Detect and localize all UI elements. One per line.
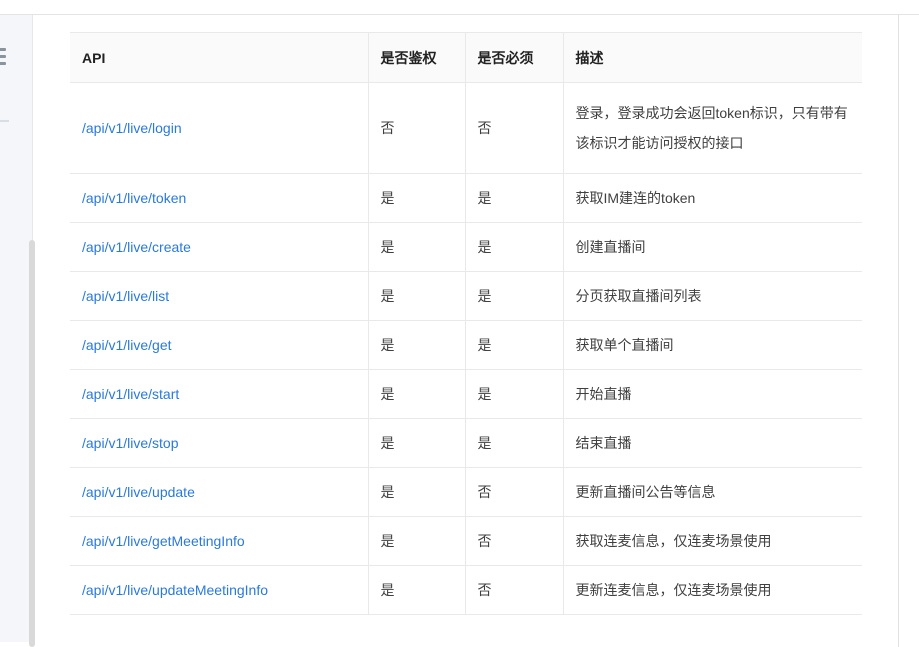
api-link[interactable]: /api/v1/live/updateMeetingInfo [82,582,268,598]
required-cell: 是 [465,222,564,272]
required-cell: 否 [465,565,564,615]
table-row: /api/v1/live/token 是 是 获取IM建连的token [70,173,862,223]
api-link[interactable]: /api/v1/live/login [82,120,182,136]
header-desc: 描述 [563,32,862,83]
auth-cell: 否 [368,82,466,174]
description-cell: 获取连麦信息，仅连麦场景使用 [563,516,862,566]
description-cell: 获取IM建连的token [563,173,862,223]
api-cell: /api/v1/live/start [70,369,369,419]
description-cell: 结束直播 [563,418,862,468]
page: API 是否鉴权 是否必须 描述 /api/v1/live/login 否 否 … [0,0,919,647]
api-link[interactable]: /api/v1/live/create [82,239,191,255]
api-cell: /api/v1/live/create [70,222,369,272]
api-cell: /api/v1/live/login [70,82,369,174]
table-row: /api/v1/live/start 是 是 开始直播 [70,369,862,419]
table-row: /api/v1/live/getMeetingInfo 是 否 获取连麦信息，仅… [70,516,862,566]
auth-cell: 是 [368,320,466,370]
api-link[interactable]: /api/v1/live/start [82,386,179,402]
header-required: 是否必须 [465,32,564,83]
table-row: /api/v1/live/list 是 是 分页获取直播间列表 [70,271,862,321]
required-cell: 是 [465,418,564,468]
description-cell: 登录，登录成功会返回token标识，只有带有该标识才能访问授权的接口 [563,82,862,174]
api-link[interactable]: /api/v1/live/update [82,484,195,500]
auth-cell: 是 [368,565,466,615]
api-cell: /api/v1/live/list [70,271,369,321]
required-cell: 否 [465,467,564,517]
table-row: /api/v1/live/update 是 否 更新直播间公告等信息 [70,467,862,517]
required-cell: 否 [465,82,564,174]
api-cell: /api/v1/live/token [70,173,369,223]
table-row: /api/v1/live/updateMeetingInfo 是 否 更新连麦信… [70,565,862,615]
api-cell: /api/v1/live/updateMeetingInfo [70,565,369,615]
api-link[interactable]: /api/v1/live/getMeetingInfo [82,533,245,549]
auth-cell: 是 [368,222,466,272]
api-cell: /api/v1/live/getMeetingInfo [70,516,369,566]
header-api: API [70,32,369,83]
description-cell: 更新连麦信息，仅连麦场景使用 [563,565,862,615]
table-row: /api/v1/live/stop 是 是 结束直播 [70,418,862,468]
required-cell: 是 [465,173,564,223]
auth-cell: 是 [368,418,466,468]
description-cell: 创建直播间 [563,222,862,272]
description-cell: 获取单个直播间 [563,320,862,370]
auth-cell: 是 [368,173,466,223]
hamburger-menu-icon[interactable] [0,48,6,68]
auth-cell: 是 [368,516,466,566]
api-link[interactable]: /api/v1/live/stop [82,435,179,451]
table-row: /api/v1/live/create 是 是 创建直播间 [70,222,862,272]
header-auth: 是否鉴权 [368,32,466,83]
required-cell: 是 [465,271,564,321]
api-link[interactable]: /api/v1/live/list [82,288,169,304]
sidebar-divider [0,120,9,122]
required-cell: 是 [465,369,564,419]
description-cell: 开始直播 [563,369,862,419]
api-cell: /api/v1/live/stop [70,418,369,468]
content-right-divider [898,15,899,647]
table-header-row: API 是否鉴权 是否必须 描述 [70,32,862,83]
required-cell: 是 [465,320,564,370]
description-cell: 分页获取直播间列表 [563,271,862,321]
auth-cell: 是 [368,369,466,419]
api-doc-table-container: API 是否鉴权 是否必须 描述 /api/v1/live/login 否 否 … [70,32,862,615]
api-link[interactable]: /api/v1/live/token [82,190,186,206]
table-row: /api/v1/live/login 否 否 登录，登录成功会返回token标识… [70,82,862,174]
auth-cell: 是 [368,271,466,321]
api-link[interactable]: /api/v1/live/get [82,337,172,353]
sidebar-scrollbar-thumb[interactable] [29,240,35,647]
api-cell: /api/v1/live/get [70,320,369,370]
required-cell: 否 [465,516,564,566]
description-cell: 更新直播间公告等信息 [563,467,862,517]
auth-cell: 是 [368,467,466,517]
table-row: /api/v1/live/get 是 是 获取单个直播间 [70,320,862,370]
top-divider [0,14,919,15]
api-doc-table: API 是否鉴权 是否必须 描述 /api/v1/live/login 否 否 … [70,32,862,615]
api-cell: /api/v1/live/update [70,467,369,517]
